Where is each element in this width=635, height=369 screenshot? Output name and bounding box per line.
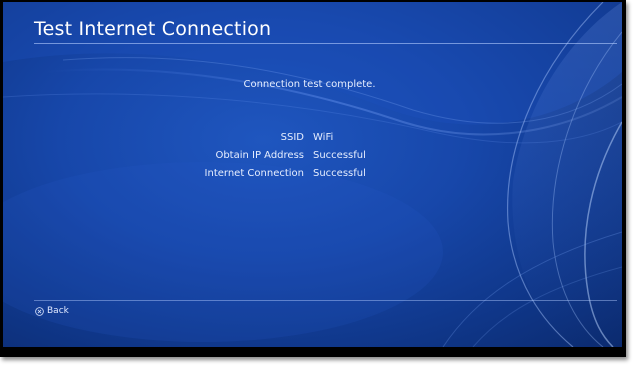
result-label: Obtain IP Address bbox=[215, 150, 304, 161]
result-row-internet: Internet Connection Successful bbox=[3, 168, 622, 186]
title-divider bbox=[34, 43, 617, 44]
back-button[interactable]: Back bbox=[35, 306, 69, 316]
result-value: WiFi bbox=[313, 132, 334, 143]
ps4-screen: Test Internet Connection Connection test… bbox=[3, 2, 622, 347]
tv-frame: Test Internet Connection Connection test… bbox=[0, 0, 626, 357]
cross-icon bbox=[35, 306, 44, 316]
result-value: Successful bbox=[313, 150, 366, 161]
result-label: Internet Connection bbox=[204, 168, 304, 179]
result-label: SSID bbox=[280, 132, 304, 143]
back-label: Back bbox=[47, 306, 69, 316]
page-title: Test Internet Connection bbox=[34, 18, 272, 40]
result-value: Successful bbox=[313, 168, 366, 179]
result-row-ssid: SSID WiFi bbox=[3, 132, 622, 150]
result-row-ip: Obtain IP Address Successful bbox=[3, 150, 622, 168]
results-list: SSID WiFi Obtain IP Address Successful I… bbox=[3, 132, 622, 186]
status-message: Connection test complete. bbox=[243, 79, 376, 90]
footer-divider bbox=[34, 300, 617, 301]
